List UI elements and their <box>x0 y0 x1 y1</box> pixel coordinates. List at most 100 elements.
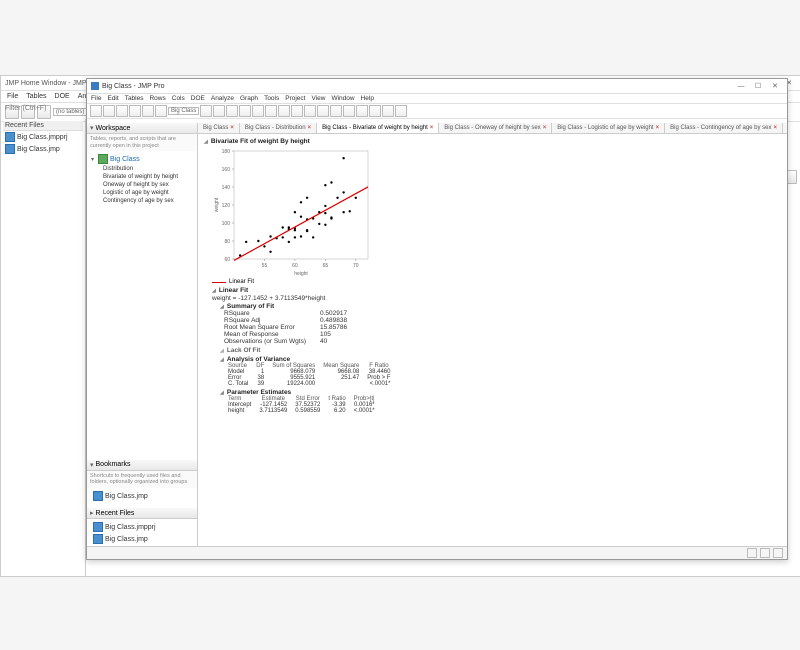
menu-tables[interactable]: Tables <box>125 95 144 102</box>
menu-file[interactable]: File <box>7 93 18 100</box>
tree-item[interactable]: Contingency of age by sex <box>91 197 195 205</box>
menu-doe[interactable]: DOE <box>55 93 70 100</box>
toolbar-button[interactable] <box>382 105 394 117</box>
menu-cols[interactable]: Cols <box>172 95 185 102</box>
grid-icon[interactable] <box>773 548 783 558</box>
toolbar-button[interactable] <box>129 105 141 117</box>
zoom-icon[interactable] <box>760 548 770 558</box>
report-panel: Big Class×Big Class - Distribution×Big C… <box>198 123 787 547</box>
bookmark-item[interactable]: Big Class.jmp <box>91 490 193 502</box>
file-icon <box>5 144 15 154</box>
menu-tables[interactable]: Tables <box>26 93 46 100</box>
proj-maximize-button[interactable]: ☐ <box>750 81 766 91</box>
tab[interactable]: Big Class - Logistic of age by weight× <box>552 123 665 133</box>
toolbar-button[interactable] <box>252 105 264 117</box>
menu-doe[interactable]: DOE <box>191 95 205 102</box>
summary-row: RSquare Adj0.489838 <box>224 317 781 324</box>
menu-file[interactable]: File <box>91 95 101 102</box>
recent-file[interactable]: Big Class.jmpprj <box>3 131 83 143</box>
tab[interactable]: Big Class - Bivariate of weight by heigh… <box>317 123 439 133</box>
recent-panel-label: Recent Files <box>96 510 135 517</box>
tab[interactable]: Big Class - Contingency of age by sex× <box>665 123 783 133</box>
toolbar-button[interactable] <box>278 105 290 117</box>
collapse-icon[interactable]: ▸ <box>90 509 94 517</box>
tree-item[interactable]: Logistic of age by weight <box>91 189 195 197</box>
collapse-icon[interactable]: ▾ <box>90 461 94 469</box>
toolbar-button[interactable] <box>369 105 381 117</box>
tree-item[interactable]: Oneway of height by sex <box>91 181 195 189</box>
toolbar-button[interactable] <box>103 105 115 117</box>
toolbar-button[interactable] <box>142 105 154 117</box>
collapse-icon[interactable]: ▾ <box>90 124 94 132</box>
menu-analyze[interactable]: Analyze <box>211 95 234 102</box>
svg-text:55: 55 <box>262 263 268 269</box>
toolbar-button[interactable] <box>116 105 128 117</box>
tree-item[interactable]: Distribution <box>91 165 195 173</box>
summary-row: RSquare0.502917 <box>224 310 781 317</box>
workspace-header[interactable]: ▾ Workspace <box>87 123 197 134</box>
tab-close-icon[interactable]: × <box>543 125 547 131</box>
project-statusbar <box>87 546 787 559</box>
fit-legend[interactable]: Linear Fit <box>212 279 781 285</box>
toolbar-button[interactable] <box>330 105 342 117</box>
tab-label: Big Class - Oneway of height by sex <box>444 125 540 131</box>
proj-minimize-button[interactable]: — <box>733 81 749 91</box>
menu-tools[interactable]: Tools <box>264 95 279 102</box>
project-app-icon <box>91 82 99 90</box>
params-section[interactable]: Parameter Estimates TermEstimateStd Erro… <box>220 389 781 414</box>
tree-root[interactable]: Big Class DistributionBivariate of weigh… <box>91 153 195 205</box>
toolbar-button[interactable] <box>317 105 329 117</box>
workspace-hint: Tables, reports, and scripts that are cu… <box>87 134 197 151</box>
linear-fit-section[interactable]: Linear Fit weight = -127.1452 + 3.711354… <box>212 287 781 414</box>
tab[interactable]: Big Class - Distribution× <box>240 123 317 133</box>
bivariate-section[interactable]: Bivariate Fit of weight By height 556065… <box>204 138 781 285</box>
toolbar-button[interactable] <box>155 105 167 117</box>
tab-close-icon[interactable]: × <box>230 125 234 131</box>
menu-view[interactable]: View <box>311 95 325 102</box>
toolbar-button[interactable] <box>291 105 303 117</box>
menu-window[interactable]: Window <box>331 95 354 102</box>
recent-item[interactable]: Big Class.jmp <box>91 533 193 545</box>
tree-item[interactable]: Bivariate of weight by height <box>91 173 195 181</box>
toolbar-button[interactable] <box>395 105 407 117</box>
params-header: Parameter Estimates <box>227 389 291 396</box>
menu-project[interactable]: Project <box>285 95 305 102</box>
lack-of-fit-header: Lack Of Fit <box>227 347 261 354</box>
toolbar-button[interactable] <box>239 105 251 117</box>
summary-header: Summary of Fit <box>227 303 274 310</box>
active-table-selector[interactable]: Big Class <box>168 107 199 115</box>
tab-close-icon[interactable]: × <box>774 125 778 131</box>
tab-close-icon[interactable]: × <box>308 125 312 131</box>
tab-close-icon[interactable]: × <box>656 125 660 131</box>
menu-edit[interactable]: Edit <box>107 95 118 102</box>
proj-close-button[interactable]: ✕ <box>767 81 783 91</box>
toolbar-button[interactable] <box>90 105 102 117</box>
project-title: Big Class - JMP Pro <box>102 83 733 90</box>
hand-icon[interactable] <box>747 548 757 558</box>
menu-graph[interactable]: Graph <box>240 95 258 102</box>
tab-label: Big Class - Logistic of age by weight <box>557 125 653 131</box>
toolbar-button[interactable] <box>304 105 316 117</box>
toolbar-button[interactable] <box>200 105 212 117</box>
svg-text:160: 160 <box>222 167 231 173</box>
tab[interactable]: Big Class× <box>198 123 240 133</box>
summary-section[interactable]: Summary of Fit RSquare0.502917RSquare Ad… <box>220 303 781 345</box>
menu-help[interactable]: Help <box>361 95 374 102</box>
recent-file[interactable]: Big Class.jmp <box>3 143 83 155</box>
toolbar-button[interactable] <box>213 105 225 117</box>
recent-panel-header[interactable]: ▸ Recent Files <box>87 508 197 519</box>
bookmarks-header[interactable]: ▾ Bookmarks <box>87 460 197 471</box>
toolbar-button[interactable] <box>265 105 277 117</box>
toolbar-button[interactable] <box>356 105 368 117</box>
scatter-plot[interactable]: 556065706080100120140160180heightweight <box>212 147 372 277</box>
tab-close-icon[interactable]: × <box>430 125 434 131</box>
recent-item[interactable]: Big Class.jmpprj <box>91 521 193 533</box>
toolbar-button[interactable] <box>226 105 238 117</box>
lack-of-fit-section[interactable]: Lack Of Fit <box>220 347 781 354</box>
menu-rows[interactable]: Rows <box>149 95 165 102</box>
toolbar-button[interactable] <box>343 105 355 117</box>
tab[interactable]: Big Class - Oneway of height by sex× <box>439 123 552 133</box>
home-window: JMP Home Window - JMP Pro — ☐ ✕ FileTabl… <box>0 75 800 577</box>
params-table: TermEstimateStd Errort RatioProb>|t|Inte… <box>224 396 379 414</box>
anova-section[interactable]: Analysis of Variance SourceDFSum of Squa… <box>220 356 781 387</box>
